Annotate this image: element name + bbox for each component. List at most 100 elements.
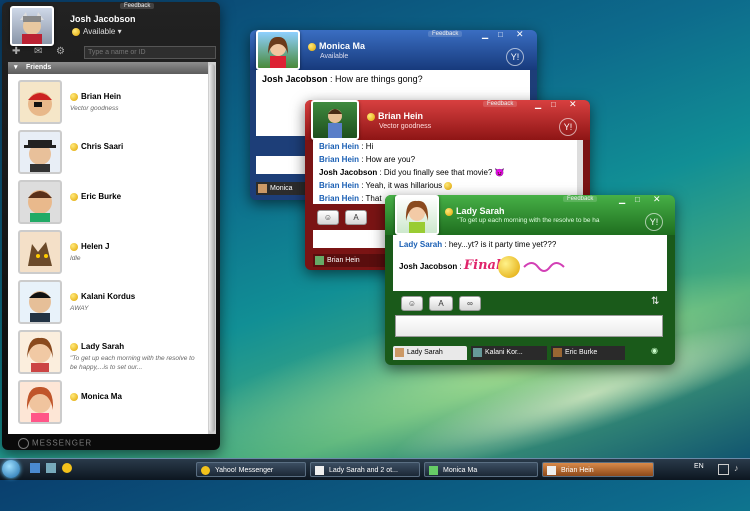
status-smiley-icon [445, 207, 453, 216]
tab-kalani[interactable]: Kalani Kor... [471, 346, 547, 360]
taskbar-item-yahoo-messenger[interactable]: Yahoo! Messenger [196, 462, 306, 477]
list-item-friend[interactable]: Brian Hein Vector goodness [16, 80, 206, 130]
maximize-icon[interactable]: □ [498, 30, 503, 39]
close-icon[interactable]: ✕ [516, 30, 524, 40]
font-button[interactable]: A [429, 296, 453, 311]
scrollbar[interactable] [208, 62, 216, 434]
status-smiley-icon [308, 42, 316, 51]
taskbar-item-brian-hein[interactable]: Brian Hein [542, 462, 654, 477]
list-item-friend[interactable]: Chris Saari [16, 130, 206, 180]
message-sender: Brian Hein [319, 142, 360, 151]
minimize-icon[interactable]: ▁ [535, 100, 541, 109]
input-area[interactable] [313, 230, 393, 248]
message-sender: Josh Jacobson [262, 74, 328, 84]
tab-eric[interactable]: Eric Burke [551, 346, 625, 360]
yahoo-y-icon: Y! [559, 118, 577, 136]
tab-monica[interactable]: Monica [256, 182, 308, 195]
contact-avatar[interactable] [311, 100, 359, 140]
feedback-link[interactable]: Feedback [428, 31, 463, 37]
my-avatar[interactable] [10, 6, 54, 46]
message-text: That [365, 194, 382, 203]
contact-list-window: Feedback Josh Jacobson Available ▾ ✚ ✉ ⚙… [2, 2, 220, 450]
chat-icon [315, 466, 324, 475]
list-item-friend[interactable]: Monica Ma [16, 380, 206, 430]
contact-avatar[interactable] [256, 30, 300, 70]
list-item-friend[interactable]: Lady Sarah "To get up each morning with … [16, 330, 206, 380]
contact-status: Vector goodness [379, 123, 432, 130]
format-toolbar: ☺ A [313, 208, 393, 225]
brian-avatar-icon [328, 109, 342, 138]
minimize-icon[interactable]: ▁ [482, 30, 488, 39]
tab-lady-sarah[interactable]: Lady Sarah [393, 346, 467, 360]
monica-avatar-icon [268, 36, 288, 68]
status-smiley-icon [70, 142, 78, 151]
list-item-friend[interactable]: Kalani Kordus AWAY [16, 280, 206, 330]
font-button[interactable]: A [345, 210, 367, 225]
tray-network-icon[interactable] [718, 464, 729, 475]
input-area[interactable] [256, 156, 306, 174]
tab-avatar-icon [315, 256, 324, 265]
maximize-icon[interactable]: □ [635, 195, 640, 204]
laughing-emoticon-icon [444, 181, 453, 190]
chat-message: Brian Hein : How are you? [319, 155, 416, 164]
party-emoticon-icon [497, 256, 520, 278]
send-file-icon[interactable]: ⇅ [651, 296, 659, 307]
language-indicator[interactable]: EN [694, 463, 704, 470]
scrollbar-thumb[interactable] [209, 64, 215, 432]
lady-sarah-avatar-icon [405, 200, 429, 233]
format-toolbar: ☺ A ∞ ⇅ [393, 295, 667, 311]
woman-avatar-icon [26, 386, 54, 422]
message-sender: Brian Hein [319, 155, 360, 164]
taskbar-item-lady-sarah[interactable]: Lady Sarah and 2 ot... [310, 462, 420, 477]
close-icon[interactable]: ✕ [569, 100, 577, 110]
message-input[interactable] [395, 315, 663, 337]
maximize-icon[interactable]: □ [551, 100, 556, 109]
chevron-down-icon: ▾ [117, 27, 122, 36]
emoticon-button[interactable]: ☺ [401, 296, 423, 311]
devil-emoticon-icon: 😈 [494, 168, 505, 177]
friend-name: Kalani Kordus [81, 292, 136, 301]
link-button[interactable]: ∞ [459, 296, 481, 311]
friend-avatar [18, 180, 62, 224]
tools-icon[interactable]: ⚙ [56, 46, 65, 57]
group-label: Friends [26, 64, 52, 71]
friend-name: Eric Burke [81, 192, 122, 201]
add-contact-icon[interactable]: ✚ [12, 46, 20, 57]
quicklaunch-messenger-icon[interactable] [62, 463, 72, 473]
tab-label: Monica [270, 185, 293, 192]
tray-volume-icon[interactable]: ♪ [734, 463, 739, 473]
status-smiley-icon [70, 392, 78, 401]
tab-label: Kalani Kor... [485, 349, 523, 356]
start-button[interactable] [2, 460, 20, 478]
contact-name-text: Monica Ma [319, 41, 366, 51]
tab-scroll-icon[interactable]: ◉ [651, 346, 658, 355]
minimize-icon[interactable]: ▁ [619, 195, 625, 204]
my-status-selector[interactable]: Available ▾ [72, 27, 122, 36]
status-smiley-icon [367, 112, 375, 121]
close-icon[interactable]: ✕ [653, 195, 661, 205]
taskbar-item-monica-ma[interactable]: Monica Ma [424, 462, 538, 477]
feedback-link[interactable]: Feedback [483, 101, 518, 107]
contact-name: Brian Hein [367, 111, 423, 121]
quicklaunch-desktop-icon[interactable] [30, 463, 40, 473]
list-item-friend[interactable]: Eric Burke [16, 180, 206, 230]
search-input[interactable] [84, 46, 216, 59]
taskbar: Yahoo! Messenger Lady Sarah and 2 ot... … [0, 458, 750, 480]
message-text: hey...yt? is it party time yet??? [448, 240, 557, 249]
contact-avatar[interactable] [395, 195, 439, 235]
chat-icon [429, 466, 438, 475]
compose-icon[interactable]: ✉ [34, 46, 42, 57]
tab-brian[interactable]: Brian Hein [313, 254, 393, 267]
chat-message: Lady Sarah : hey...yt? is it party time … [399, 240, 557, 249]
list-item-friend[interactable]: Helen J Idle [16, 230, 206, 280]
friend-avatar [18, 80, 62, 124]
feedback-link[interactable]: Feedback [563, 196, 598, 202]
emoticon-button[interactable]: ☺ [317, 210, 339, 225]
contact-name: Lady Sarah [445, 206, 505, 216]
feedback-link[interactable]: Feedback [120, 3, 155, 9]
group-header-friends[interactable]: ▾ Friends [8, 62, 208, 74]
chat-icon [547, 466, 556, 475]
status-smiley-icon [70, 242, 78, 251]
quicklaunch-windows-icon[interactable] [46, 463, 56, 473]
message-text: Hi [365, 142, 374, 151]
